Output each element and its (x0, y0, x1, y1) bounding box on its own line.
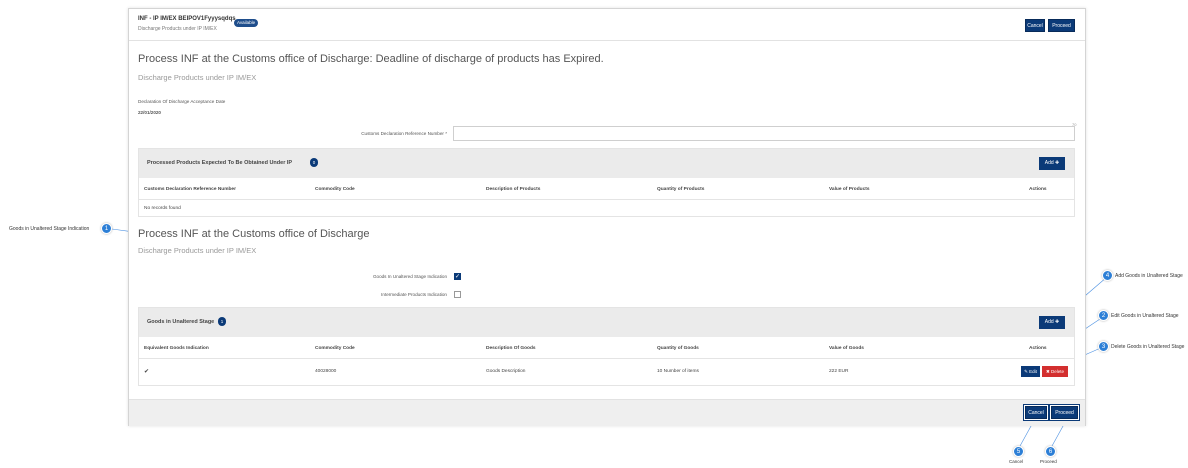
callout-3-marker: 3 (1098, 341, 1109, 352)
header-bar: INF - IP IM/EX BEIPOV1Fyyysqdqs Availabl… (129, 9, 1085, 41)
goods-unaltered-checkbox[interactable]: ✓ (454, 273, 461, 280)
goods-unaltered-title: Goods in Unaltered Stage (147, 319, 215, 325)
pencil-icon: ✎ (1024, 369, 1028, 374)
equivalent-goods-cell: ✔ (144, 369, 150, 375)
section2-heading: Process INF at the Customs office of Dis… (138, 228, 370, 240)
callout-5-marker: 5 (1013, 446, 1024, 457)
goods-unaltered-panel: Goods in Unaltered Stage 1 Add ✚ Equival… (138, 307, 1075, 386)
processed-products-title: Processed Products Expected To Be Obtain… (147, 160, 293, 166)
callout-2-label: Edit Goods in Unaltered Stage (1111, 313, 1179, 319)
close-icon: ✖ (1045, 369, 1050, 374)
column-header: Commodity Code (315, 187, 355, 192)
page-subtitle: Discharge Products under IP IM/EX (138, 26, 217, 32)
intermediate-products-checkbox[interactable] (454, 291, 461, 298)
row-divider (139, 358, 1074, 359)
checkmark-icon: ✓ (455, 274, 461, 280)
ref-number-label: Customs Declaration Reference Number * (361, 131, 447, 136)
ref-number-input[interactable] (453, 126, 1075, 141)
add-label: Add (1044, 160, 1054, 166)
screenshot-stage: INF - IP IM/EX BEIPOV1Fyyysqdqs Availabl… (0, 0, 1188, 468)
callout-5-label: Cancel (1009, 459, 1024, 464)
edit-goods-button[interactable]: ✎ Edit (1021, 366, 1040, 377)
section1-subheading: Discharge Products under IP IM/EX (138, 73, 257, 82)
delete-label: Delete (1051, 369, 1065, 374)
column-header: Quantity of Products (657, 187, 705, 192)
footer-bar: Cancel Proceed (129, 399, 1085, 426)
column-header: Description of Products (486, 187, 541, 192)
column-header: Value of Goods (829, 346, 864, 351)
acceptance-date-value: 22/01/2020 (138, 110, 161, 115)
column-header: Description Of Goods (486, 346, 536, 351)
header-cancel-button[interactable]: Cancel (1025, 19, 1045, 32)
plus-icon: ✚ (1055, 160, 1060, 166)
edit-label: Edit (1029, 369, 1037, 374)
value-cell: 222 EUR (829, 369, 849, 374)
callout-6-marker: 6 (1045, 446, 1056, 457)
column-header: Quantity of Goods (657, 346, 699, 351)
callout-4-label: Add Goods in Unaltered Stage (1115, 273, 1183, 279)
page-title: INF - IP IM/EX BEIPOV1Fyyysqdqs (138, 16, 236, 22)
empty-table-message: No records found (144, 206, 181, 211)
quantity-cell: 10 Number of items (657, 369, 699, 374)
callout-2-marker: 2 (1098, 310, 1109, 321)
processed-products-count: 0 (310, 158, 318, 167)
footer-proceed-button[interactable]: Proceed (1051, 406, 1078, 419)
column-header: Actions (1029, 346, 1047, 351)
section2-subheading: Discharge Products under IP IM/EX (138, 246, 257, 255)
column-header: Value of Products (829, 187, 870, 192)
goods-unaltered-header: Goods in Unaltered Stage 1 Add ✚ (139, 308, 1074, 337)
inf-process-window: INF - IP IM/EX BEIPOV1Fyyysqdqs Availabl… (128, 8, 1086, 426)
processed-products-panel: Processed Products Expected To Be Obtain… (138, 148, 1075, 217)
delete-goods-button[interactable]: ✖ Delete (1042, 366, 1068, 377)
callout-6-label: Proceed (1040, 459, 1057, 464)
add-label: Add (1044, 319, 1054, 325)
commodity-code-cell: 40028000 (315, 369, 337, 374)
column-header: Customs Declaration Reference Number (144, 187, 236, 192)
description-cell: Goods Description (486, 369, 526, 374)
processed-products-header: Processed Products Expected To Be Obtain… (139, 149, 1074, 178)
row-divider (139, 199, 1074, 200)
goods-unaltered-count: 1 (218, 317, 226, 326)
footer-cancel-button[interactable]: Cancel (1025, 406, 1047, 419)
column-header: Equivalent Goods Indication (144, 346, 209, 351)
ref-number-counter: 70 (1072, 122, 1077, 127)
intermediate-products-label: Intermediate Products Indication (381, 292, 447, 297)
acceptance-date-label: Declaration Of Discharge Acceptance Date (138, 99, 226, 104)
callout-1-marker: 1 (101, 223, 112, 234)
goods-unaltered-label: Goods In Unaltered Stage Indication (372, 274, 447, 279)
header-proceed-button[interactable]: Proceed (1048, 19, 1075, 32)
callout-3-label: Delete Goods in Unaltered Stage (1111, 344, 1185, 350)
column-header: Commodity Code (315, 346, 355, 351)
plus-icon: ✚ (1055, 319, 1060, 325)
status-badge: Available (234, 19, 259, 27)
callout-4-marker: 4 (1102, 270, 1113, 281)
callout-1-label: Goods in Unaltered Stage Indication (9, 226, 90, 232)
add-processed-product-button[interactable]: Add ✚ (1039, 157, 1065, 170)
column-header: Actions (1029, 187, 1047, 192)
section1-heading: Process INF at the Customs office of Dis… (138, 53, 604, 65)
add-goods-unaltered-button[interactable]: Add ✚ (1039, 316, 1065, 329)
